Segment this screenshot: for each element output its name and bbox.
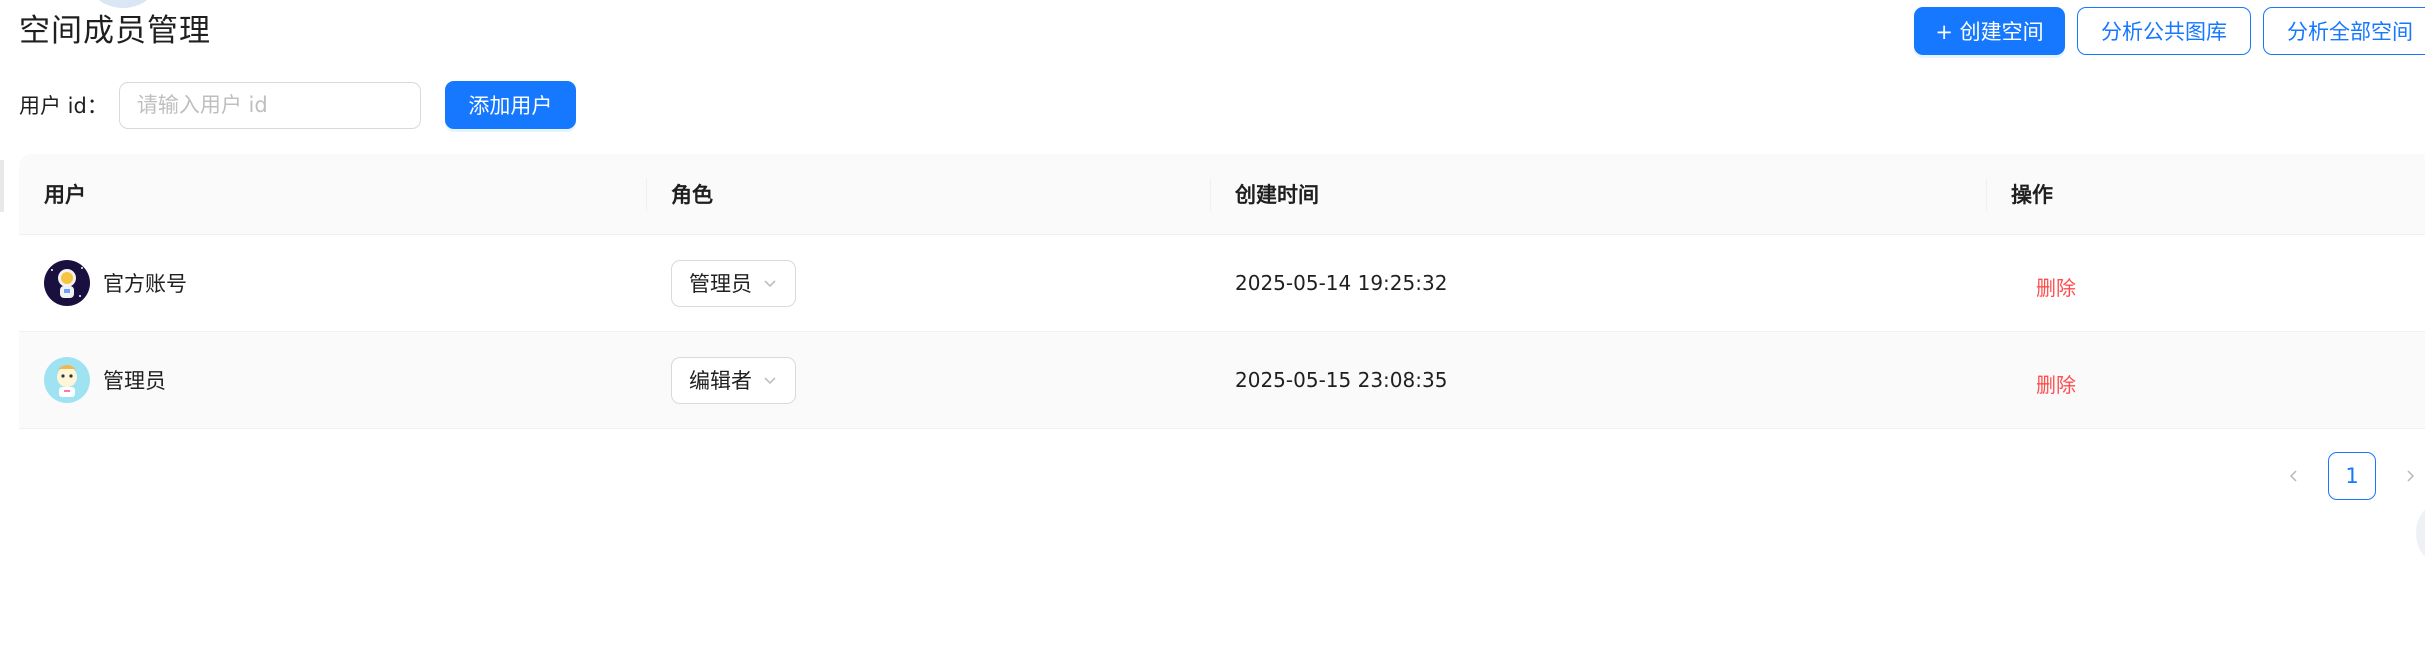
column-divider — [1210, 178, 1211, 211]
members-table: 用户 角色 创建时间 操作 官方账号 管理员 2025-05-14 19:25:… — [19, 154, 2425, 429]
created-time-cell: 2025-05-15 23:08:35 — [1235, 332, 1447, 428]
analyze-all-spaces-button[interactable]: 分析全部空间 — [2263, 7, 2425, 55]
header-actions: + 创建空间 分析公共图库 分析全部空间 — [1914, 7, 2425, 55]
pagination: 1 — [2270, 452, 2425, 500]
actions-cell: 删除 — [2036, 238, 2076, 334]
role-cell: 编辑者 — [671, 332, 796, 428]
cartoon-avatar-icon — [44, 357, 90, 403]
user-cell: 官方账号 — [44, 235, 187, 331]
analyze-public-gallery-button[interactable]: 分析公共图库 — [2077, 7, 2251, 55]
table-header: 用户 角色 创建时间 操作 — [19, 154, 2425, 235]
chevron-down-icon — [764, 376, 776, 384]
table-row: 管理员 编辑者 2025-05-15 23:08:35 删除 — [19, 332, 2425, 429]
role-select[interactable]: 编辑者 — [671, 356, 796, 404]
user-name: 官方账号 — [103, 272, 187, 296]
chevron-right-icon — [2407, 470, 2415, 482]
column-header-created-time: 创建时间 — [1235, 183, 1319, 207]
chevron-down-icon — [764, 279, 776, 287]
add-user-button[interactable]: 添加用户 — [444, 81, 576, 129]
role-cell: 管理员 — [671, 235, 796, 331]
delete-button[interactable]: 删除 — [2036, 369, 2076, 398]
chevron-left-icon — [2289, 470, 2297, 482]
page-title: 空间成员管理 — [19, 13, 211, 49]
prev-page-button[interactable] — [2270, 452, 2318, 500]
created-time: 2025-05-14 19:25:32 — [1235, 271, 1448, 295]
left-edge-handle — [0, 160, 4, 212]
delete-button[interactable]: 删除 — [2036, 272, 2076, 301]
created-time-cell: 2025-05-14 19:25:32 — [1235, 235, 1447, 331]
created-time: 2025-05-15 23:08:35 — [1235, 368, 1448, 392]
column-header-role: 角色 — [671, 183, 713, 207]
floating-widget-edge — [2416, 505, 2425, 561]
column-divider — [646, 178, 647, 211]
user-name: 管理员 — [103, 369, 166, 393]
user-id-input[interactable] — [118, 81, 421, 129]
actions-cell: 删除 — [2036, 335, 2076, 431]
create-space-button[interactable]: + 创建空间 — [1914, 7, 2065, 55]
add-user-form: 用户 id： 添加用户 — [19, 81, 576, 129]
role-select[interactable]: 管理员 — [671, 259, 796, 307]
table-row: 官方账号 管理员 2025-05-14 19:25:32 删除 — [19, 235, 2425, 332]
astronaut-avatar-icon — [44, 260, 90, 306]
space-member-management-page: 空间成员管理 + 创建空间 分析公共图库 分析全部空间 用户 id： 添加用户 … — [0, 0, 2425, 661]
role-select-value: 编辑者 — [689, 369, 752, 393]
column-divider — [1986, 178, 1987, 211]
page-number[interactable]: 1 — [2328, 452, 2376, 500]
role-select-value: 管理员 — [689, 272, 752, 296]
column-header-user: 用户 — [44, 183, 86, 207]
user-cell: 管理员 — [44, 332, 166, 428]
column-header-actions: 操作 — [2011, 183, 2053, 207]
next-page-button[interactable] — [2386, 452, 2425, 500]
user-id-label: 用户 id： — [19, 94, 108, 118]
